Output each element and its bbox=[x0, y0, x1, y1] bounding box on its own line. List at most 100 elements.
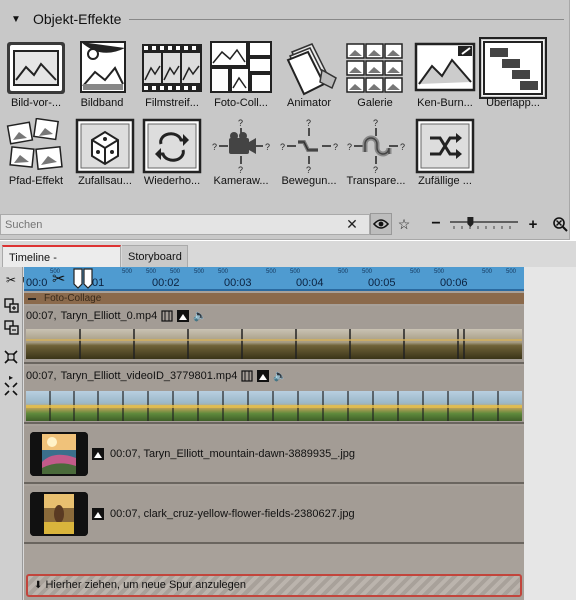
zoom-slider[interactable] bbox=[448, 213, 520, 235]
foto-collage-group-bar[interactable]: Foto-Collage bbox=[24, 293, 524, 304]
tab-timeline-spuransicht[interactable]: Timeline - Spuransicht bbox=[2, 245, 121, 286]
effect-zufallsauswahl[interactable]: Zufallsau... bbox=[70, 118, 140, 196]
ruler-start-label: 00:0 bbox=[26, 277, 48, 289]
zoom-out-button[interactable]: − bbox=[425, 213, 447, 235]
track-time: 00:07, bbox=[110, 508, 141, 520]
timeline-canvas[interactable]: 00:0 ✂ 01 00:02 00:03 00:04 00:05 00:06 … bbox=[24, 267, 576, 600]
effect-label: Zufällige ... bbox=[418, 175, 472, 187]
effect-label: Bewegun... bbox=[281, 175, 337, 187]
effect-galerie[interactable]: Galerie bbox=[340, 40, 410, 118]
image-effect-icon[interactable] bbox=[92, 448, 104, 460]
image-label: 00:07, clark_cruz-yellow-flower-fields-2… bbox=[92, 508, 355, 520]
tab-storyboard[interactable]: Storyboard bbox=[122, 245, 188, 267]
speaker-icon[interactable]: 🔈 bbox=[273, 369, 287, 382]
effect-label: Pfad-Effekt bbox=[8, 175, 64, 187]
zoom-slider-thumb[interactable] bbox=[467, 217, 474, 227]
layout-icon[interactable] bbox=[161, 309, 173, 322]
effects-title: Objekt-Effekte bbox=[33, 11, 122, 27]
effect-bewegungsunschaerfe[interactable]: ? ? ? ? Bewegun... bbox=[274, 118, 344, 196]
effects-search-box[interactable]: ✕ bbox=[0, 214, 370, 235]
track-image-2[interactable]: 00:07, clark_cruz-yellow-flower-fields-2… bbox=[24, 486, 524, 544]
effect-label: Wiederho... bbox=[143, 175, 201, 187]
collapse-tracks-icon[interactable] bbox=[2, 319, 20, 337]
fit-width-icon[interactable] bbox=[2, 349, 20, 367]
track-title: 00:07, Taryn_Elliott_0.mp4 🔈 bbox=[26, 309, 207, 322]
effect-label: Foto-Coll... bbox=[214, 97, 268, 109]
expand-tracks-icon[interactable] bbox=[2, 297, 20, 315]
speaker-icon[interactable]: 🔈 bbox=[193, 309, 207, 322]
time-ruler[interactable]: 00:0 ✂ 01 00:02 00:03 00:04 00:05 00:06 … bbox=[24, 267, 524, 291]
timeline-tracks: Foto-Collage 00:07, Taryn_Elliott_0.mp4 … bbox=[24, 291, 524, 600]
effect-label: Animator bbox=[286, 97, 332, 109]
zoom-in-button[interactable]: + bbox=[522, 213, 544, 235]
image-effect-icon[interactable] bbox=[177, 309, 190, 322]
effect-label: Ken-Burn... bbox=[417, 97, 473, 109]
drop-arrow-icon: ⬇ bbox=[34, 580, 43, 591]
effect-label: Kameraw... bbox=[213, 175, 269, 187]
effect-label: Bildband bbox=[80, 97, 124, 109]
effect-pfad-effekt[interactable]: Pfad-Effekt bbox=[1, 118, 71, 196]
playhead-marker[interactable] bbox=[72, 268, 94, 290]
ruler-sub-label: 500 bbox=[410, 269, 421, 275]
effect-label: Zufallsau... bbox=[78, 175, 132, 187]
effect-kamerawackeln[interactable]: ? ? ? ? Kameraw... bbox=[206, 118, 276, 196]
collapse-triangle-icon[interactable]: ▼ bbox=[11, 14, 27, 25]
svg-text:?: ? bbox=[400, 142, 405, 152]
svg-text:?: ? bbox=[306, 118, 311, 128]
track-time: 00:07, bbox=[26, 369, 57, 382]
ruler-sub-label: 500 bbox=[362, 269, 373, 275]
effect-bild-vor-bild[interactable]: Bild-vor-... bbox=[1, 40, 71, 118]
zoom-reset-icon bbox=[553, 217, 568, 232]
group-label: Foto-Collage bbox=[44, 293, 102, 304]
photo-collage-icon bbox=[210, 41, 272, 93]
track-image-1[interactable]: 00:07, Taryn_Elliott_mountain-dawn-38899… bbox=[24, 426, 524, 484]
new-track-drop-zone[interactable]: ⬇ Hierher ziehen, um neue Spur anzulegen bbox=[26, 574, 522, 597]
zoom-reset-button[interactable] bbox=[549, 213, 571, 235]
track-filename: Taryn_Elliott_0.mp4 bbox=[60, 309, 158, 322]
favorites-star-button[interactable]: ☆ bbox=[393, 213, 415, 235]
effect-label: Filmstreif... bbox=[145, 97, 199, 109]
track-video-1[interactable]: 00:07, Taryn_Elliott_0.mp4 🔈 bbox=[24, 306, 524, 364]
effects-header[interactable]: ▼ Objekt-Effekte bbox=[0, 7, 570, 31]
ruler-sub-label: 500 bbox=[506, 269, 517, 275]
motion-blur-icon: ? ? ? ? bbox=[280, 118, 338, 174]
effect-zufaellige[interactable]: Zufällige ... bbox=[410, 118, 480, 196]
layout-icon[interactable] bbox=[241, 369, 253, 382]
effect-filmstreifen[interactable]: Filmstreif... bbox=[137, 40, 207, 118]
effect-ken-burns[interactable]: Ken-Burn... bbox=[410, 40, 480, 118]
fit-all-icon[interactable] bbox=[2, 381, 20, 399]
svg-text:?: ? bbox=[238, 118, 243, 128]
effect-label: Galerie bbox=[357, 97, 393, 109]
image-effect-icon[interactable] bbox=[92, 508, 104, 520]
svg-text:?: ? bbox=[373, 118, 378, 128]
clear-search-icon[interactable]: ✕ bbox=[341, 216, 363, 233]
effect-wiederholung[interactable]: Wiederho... bbox=[137, 118, 207, 196]
svg-text:?: ? bbox=[347, 142, 352, 152]
split-tool-icon[interactable]: ✂ bbox=[2, 271, 20, 289]
image-thumbnail bbox=[30, 432, 88, 476]
image-effect-icon[interactable] bbox=[257, 369, 270, 382]
camera-shake-icon: ? ? ? ? bbox=[212, 118, 270, 174]
ruler-sub-label: 500 bbox=[434, 269, 445, 275]
drop-zone-label: Hierher ziehen, um neue Spur anzulegen bbox=[45, 579, 247, 591]
svg-text:?: ? bbox=[280, 142, 285, 152]
effect-bildband[interactable]: Bildband bbox=[67, 40, 137, 118]
ruler-sub-label: 500 bbox=[218, 269, 229, 275]
effect-foto-collage[interactable]: Foto-Coll... bbox=[206, 40, 276, 118]
ruler-sub-label: 500 bbox=[266, 269, 277, 275]
ruler-label: 00:02 bbox=[152, 277, 180, 289]
timeline-toolbar: ✂ ▸ bbox=[0, 267, 23, 600]
ruler-marker-label: 01 bbox=[92, 277, 105, 289]
ruler-sub-label: 500 bbox=[290, 269, 301, 275]
effect-label: Bild-vor-... bbox=[10, 97, 62, 109]
search-input[interactable] bbox=[1, 218, 341, 231]
gallery-grid-icon bbox=[346, 43, 403, 93]
track-video-2[interactable]: 00:07, Taryn_Elliott_videoID_3779801.mp4… bbox=[24, 366, 524, 424]
preview-eye-button[interactable] bbox=[370, 213, 392, 235]
effect-animator[interactable]: Animator bbox=[274, 40, 344, 118]
svg-text:?: ? bbox=[212, 142, 217, 152]
effect-transparenz[interactable]: ? ? ? ? Transpare... bbox=[341, 118, 411, 196]
effect-ueberlappung[interactable]: Überlapp... bbox=[478, 37, 548, 118]
collapse-group-icon[interactable] bbox=[28, 298, 36, 300]
ruler-sub-label: 500 bbox=[338, 269, 349, 275]
